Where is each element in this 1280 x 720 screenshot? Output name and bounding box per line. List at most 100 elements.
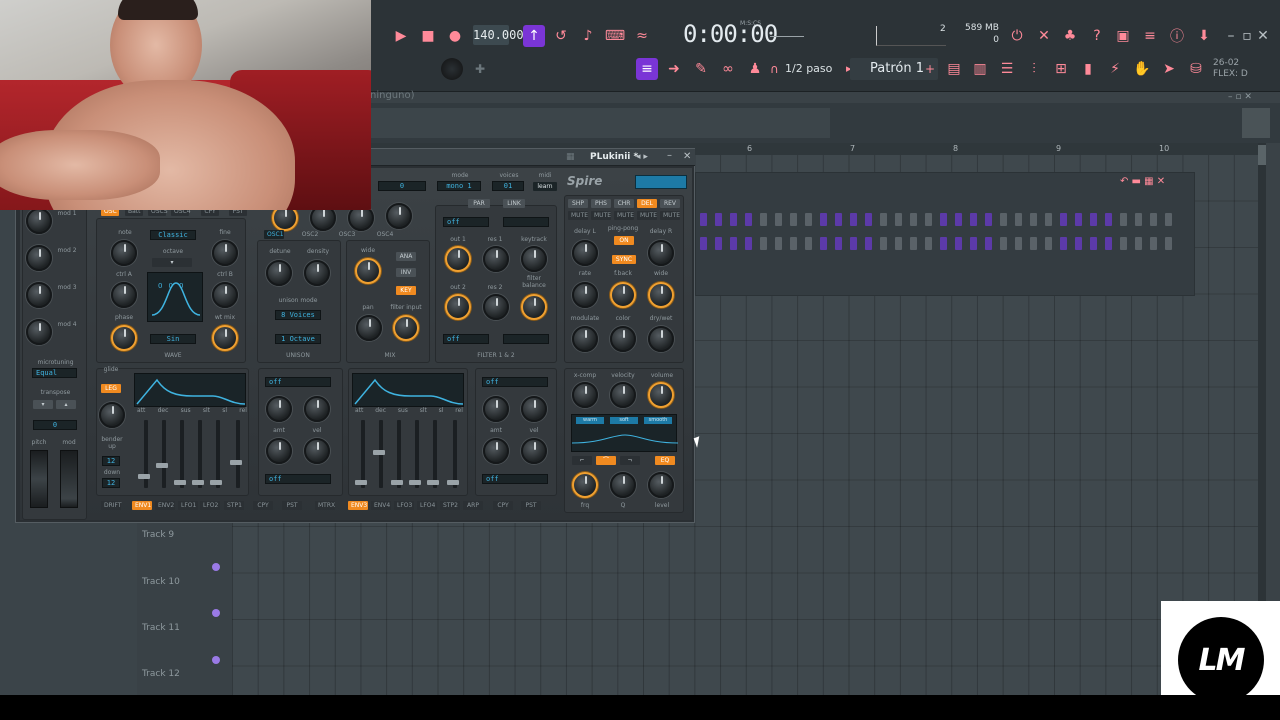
res1-knob[interactable] xyxy=(483,246,509,272)
slider-cap[interactable] xyxy=(174,480,186,485)
keytrack-knob[interactable] xyxy=(521,246,547,272)
snap-icon[interactable]: ≡ xyxy=(636,58,658,80)
close-icon[interactable]: ✕ xyxy=(1252,25,1274,47)
scrollbar-thumb[interactable] xyxy=(1258,145,1266,165)
bender-down-display[interactable]: 12 xyxy=(102,478,120,488)
scroll-handle[interactable] xyxy=(1242,108,1270,138)
slider-cap[interactable] xyxy=(192,480,204,485)
step-button[interactable] xyxy=(880,213,887,226)
mod1-knob[interactable] xyxy=(26,208,52,234)
step-button[interactable] xyxy=(1120,213,1127,226)
info-icon[interactable]: ⓘ xyxy=(1166,25,1188,47)
track-led[interactable] xyxy=(212,563,220,571)
step-button[interactable] xyxy=(1075,213,1082,226)
magnet-icon[interactable]: ∩ xyxy=(770,62,779,76)
env2-target-a[interactable]: off xyxy=(482,377,548,387)
tempo-display[interactable]: 140.000 xyxy=(473,25,524,45)
tools-icon[interactable]: ✕ xyxy=(1033,25,1055,47)
mod-tab-lfo1[interactable]: LFO1 xyxy=(178,501,198,510)
unison-mode-display[interactable]: 8 Voices xyxy=(275,310,321,320)
env1-rel-slider[interactable] xyxy=(236,420,240,488)
step-button[interactable] xyxy=(715,237,722,250)
filter2-type-display[interactable]: off xyxy=(443,334,489,344)
output-icon[interactable]: ➤ xyxy=(1158,58,1180,80)
step-button[interactable] xyxy=(940,213,947,226)
mod3-knob[interactable] xyxy=(26,282,52,308)
preset-display[interactable]: 0 xyxy=(378,181,426,191)
help-icon[interactable]: ? xyxy=(1086,25,1108,47)
track-led[interactable] xyxy=(212,609,220,617)
mod-tab-cpy[interactable]: CPY xyxy=(493,501,513,510)
filter-balance-knob[interactable] xyxy=(521,294,547,320)
octave-switch[interactable]: ▾ xyxy=(152,258,192,267)
wt-mix-knob[interactable] xyxy=(212,325,238,351)
step-button[interactable] xyxy=(1030,213,1037,226)
step-button[interactable] xyxy=(760,213,767,226)
step-button[interactable] xyxy=(850,213,857,226)
project-icon[interactable]: ▮ xyxy=(1077,58,1099,80)
step-button[interactable] xyxy=(955,213,962,226)
env1-target-b[interactable]: off xyxy=(265,474,331,484)
mixer-icon[interactable]: ⫶ xyxy=(1023,58,1045,80)
env1-target-a[interactable]: off xyxy=(265,377,331,387)
frq-knob[interactable] xyxy=(572,472,598,498)
eq-highshelf-button[interactable]: ¬ xyxy=(620,456,640,465)
mod-tab-arp[interactable]: ARP xyxy=(463,501,483,510)
slider-cap[interactable] xyxy=(447,480,459,485)
mute-rev-button[interactable]: MUTE xyxy=(660,211,680,220)
filter1-mode-display[interactable] xyxy=(503,217,549,227)
step-button[interactable] xyxy=(820,213,827,226)
slider-cap[interactable] xyxy=(355,480,367,485)
fx-tab-shp[interactable]: SHP xyxy=(568,199,588,208)
slider-cap[interactable] xyxy=(391,480,403,485)
step-button[interactable] xyxy=(745,213,752,226)
plugin-icon[interactable]: ⚡ xyxy=(1104,58,1126,80)
step-button[interactable] xyxy=(985,213,992,226)
q-knob[interactable] xyxy=(610,472,636,498)
mod4-knob[interactable] xyxy=(26,319,52,345)
step-button[interactable] xyxy=(1105,213,1112,226)
step-button[interactable] xyxy=(925,213,932,226)
browser-icon[interactable]: ⊞ xyxy=(1050,58,1072,80)
mute-chr-button[interactable]: MUTE xyxy=(614,211,634,220)
step-button[interactable] xyxy=(865,237,872,250)
channel-rack-icon[interactable]: ☰ xyxy=(996,58,1018,80)
volume-knob[interactable] xyxy=(648,382,674,408)
cart-icon[interactable]: ⛁ xyxy=(1185,58,1207,80)
metronome-icon[interactable]: ↑ xyxy=(523,25,545,47)
slider-cap[interactable] xyxy=(138,474,150,479)
typing-keyboard-icon[interactable]: ⌨ xyxy=(604,25,626,47)
step-button[interactable] xyxy=(925,237,932,250)
mod2-knob[interactable] xyxy=(26,245,52,271)
legato-button[interactable]: LEG xyxy=(101,384,121,393)
step-button[interactable] xyxy=(1135,213,1142,226)
env2-target-b[interactable]: off xyxy=(482,474,548,484)
transpose-down-button[interactable]: ▾ xyxy=(33,400,53,409)
step-button[interactable] xyxy=(700,213,707,226)
download-icon[interactable]: ⬇ xyxy=(1193,25,1215,47)
out1-knob[interactable] xyxy=(445,246,471,272)
record-icon[interactable]: ● xyxy=(444,25,466,47)
step-button[interactable] xyxy=(790,213,797,226)
track-name[interactable]: Track 12 xyxy=(142,669,180,679)
blend-icon[interactable]: ≈ xyxy=(631,25,653,47)
voices-display[interactable]: 01 xyxy=(492,181,524,191)
mod-wheel[interactable] xyxy=(60,450,78,508)
pitch-icon[interactable]: ✚ xyxy=(475,62,485,76)
fx-wide-knob[interactable] xyxy=(648,282,674,308)
sync-button[interactable]: SYNC xyxy=(612,255,636,264)
play-icon[interactable]: ▶ xyxy=(390,25,412,47)
step-button[interactable] xyxy=(940,237,947,250)
eq-lowshelf-button[interactable]: ⌐ xyxy=(572,456,592,465)
delay-r-knob[interactable] xyxy=(648,240,674,266)
eq-button[interactable]: EQ xyxy=(655,456,675,465)
env2-slt-slider[interactable] xyxy=(415,420,419,488)
step-button[interactable] xyxy=(1000,237,1007,250)
env2-sus-slider[interactable] xyxy=(397,420,401,488)
ctrl-b-knob[interactable] xyxy=(212,282,238,308)
mode-display[interactable]: mono 1 xyxy=(437,181,481,191)
step-button[interactable] xyxy=(700,237,707,250)
slider-cap[interactable] xyxy=(230,460,242,465)
fine-knob[interactable] xyxy=(212,240,238,266)
eq-peak-button[interactable]: ⌒ xyxy=(596,456,616,465)
